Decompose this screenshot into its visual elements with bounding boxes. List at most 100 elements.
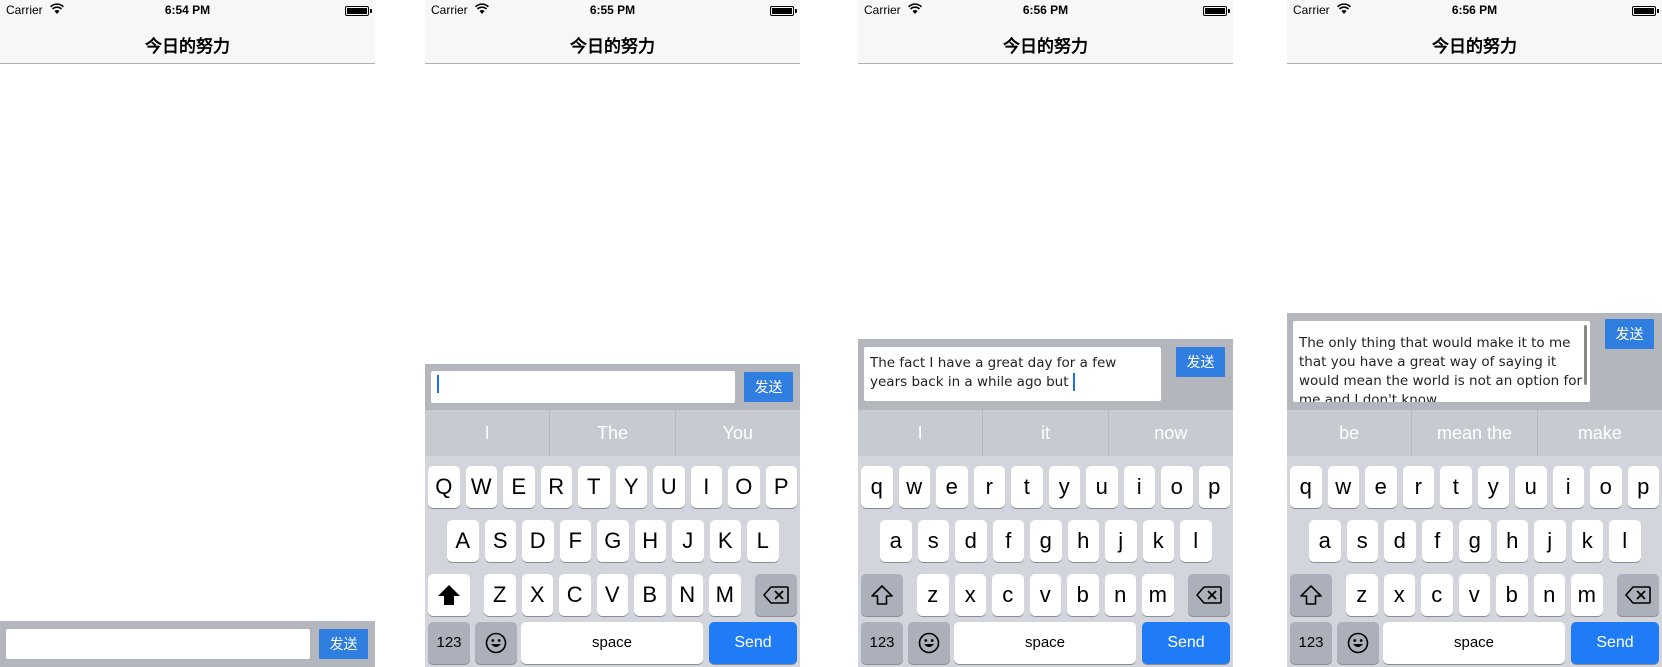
key-f[interactable]: f bbox=[992, 520, 1024, 562]
suggestion-item[interactable]: You bbox=[676, 410, 800, 456]
key-k[interactable]: k bbox=[1142, 520, 1174, 562]
key-l[interactable]: l bbox=[1180, 520, 1212, 562]
key-a[interactable]: A bbox=[447, 520, 479, 562]
key-n[interactable]: n bbox=[1104, 574, 1136, 616]
delete-key[interactable] bbox=[1617, 574, 1659, 616]
numbers-key[interactable]: 123 bbox=[428, 622, 470, 664]
key-i[interactable]: i bbox=[1552, 466, 1584, 508]
suggestion-item[interactable]: be bbox=[1287, 410, 1413, 456]
key-p[interactable]: p bbox=[1627, 466, 1659, 508]
key-f[interactable]: f bbox=[1421, 520, 1453, 562]
suggestion-item[interactable]: make bbox=[1538, 410, 1662, 456]
keyboard-send-key[interactable]: Send bbox=[1571, 622, 1659, 664]
key-r[interactable]: r bbox=[973, 466, 1005, 508]
message-input[interactable] bbox=[6, 629, 310, 659]
numbers-key[interactable]: 123 bbox=[861, 622, 903, 664]
key-q[interactable]: q bbox=[861, 466, 893, 508]
shift-key[interactable] bbox=[428, 574, 470, 616]
key-i[interactable]: I bbox=[690, 466, 722, 508]
delete-key[interactable] bbox=[1188, 574, 1230, 616]
key-g[interactable]: g bbox=[1030, 520, 1062, 562]
shift-key[interactable] bbox=[1290, 574, 1332, 616]
key-d[interactable]: d bbox=[955, 520, 987, 562]
keyboard-send-key[interactable]: Send bbox=[1142, 622, 1230, 664]
keyboard-send-key[interactable]: Send bbox=[709, 622, 797, 664]
key-u[interactable]: U bbox=[653, 466, 685, 508]
key-t[interactable]: t bbox=[1011, 466, 1043, 508]
delete-key[interactable] bbox=[755, 574, 797, 616]
key-y[interactable]: y bbox=[1477, 466, 1509, 508]
send-button[interactable]: 发送 bbox=[1605, 319, 1654, 349]
emoji-key[interactable] bbox=[475, 622, 517, 664]
space-key[interactable]: space bbox=[521, 622, 703, 664]
send-button[interactable]: 发送 bbox=[744, 372, 793, 402]
message-input[interactable]: The only thing that would make it to me … bbox=[1293, 321, 1590, 402]
key-h[interactable]: H bbox=[634, 520, 666, 562]
key-y[interactable]: y bbox=[1048, 466, 1080, 508]
key-j[interactable]: j bbox=[1105, 520, 1137, 562]
send-button[interactable]: 发送 bbox=[1176, 347, 1225, 377]
suggestion-item[interactable]: now bbox=[1109, 410, 1233, 456]
key-b[interactable]: B bbox=[634, 574, 666, 616]
key-n[interactable]: N bbox=[671, 574, 703, 616]
key-c[interactable]: c bbox=[992, 574, 1024, 616]
key-t[interactable]: t bbox=[1440, 466, 1472, 508]
key-n[interactable]: n bbox=[1533, 574, 1565, 616]
send-button[interactable]: 发送 bbox=[319, 629, 368, 659]
key-m[interactable]: m bbox=[1142, 574, 1174, 616]
space-key[interactable]: space bbox=[954, 622, 1136, 664]
space-key[interactable]: space bbox=[1383, 622, 1565, 664]
key-f[interactable]: F bbox=[559, 520, 591, 562]
key-o[interactable]: o bbox=[1161, 466, 1193, 508]
key-b[interactable]: b bbox=[1496, 574, 1528, 616]
key-d[interactable]: D bbox=[522, 520, 554, 562]
key-x[interactable]: X bbox=[521, 574, 553, 616]
key-s[interactable]: S bbox=[484, 520, 516, 562]
key-x[interactable]: x bbox=[1383, 574, 1415, 616]
key-x[interactable]: x bbox=[954, 574, 986, 616]
key-e[interactable]: e bbox=[1365, 466, 1397, 508]
key-k[interactable]: k bbox=[1571, 520, 1603, 562]
message-input[interactable]: The fact I have a great day for a few ye… bbox=[864, 347, 1161, 401]
key-k[interactable]: K bbox=[709, 520, 741, 562]
suggestion-item[interactable]: I bbox=[425, 410, 551, 456]
key-z[interactable]: z bbox=[1346, 574, 1378, 616]
key-m[interactable]: m bbox=[1571, 574, 1603, 616]
key-g[interactable]: g bbox=[1459, 520, 1491, 562]
suggestion-item[interactable]: The bbox=[550, 410, 676, 456]
key-b[interactable]: b bbox=[1067, 574, 1099, 616]
suggestion-item[interactable]: mean the bbox=[1412, 410, 1538, 456]
emoji-key[interactable] bbox=[908, 622, 950, 664]
key-e[interactable]: E bbox=[503, 466, 535, 508]
key-s[interactable]: s bbox=[1346, 520, 1378, 562]
key-o[interactable]: o bbox=[1590, 466, 1622, 508]
key-h[interactable]: h bbox=[1496, 520, 1528, 562]
key-s[interactable]: s bbox=[917, 520, 949, 562]
suggestion-item[interactable]: I bbox=[858, 410, 984, 456]
key-w[interactable]: w bbox=[1327, 466, 1359, 508]
key-l[interactable]: l bbox=[1609, 520, 1641, 562]
key-z[interactable]: z bbox=[917, 574, 949, 616]
key-o[interactable]: O bbox=[728, 466, 760, 508]
key-q[interactable]: q bbox=[1290, 466, 1322, 508]
key-v[interactable]: V bbox=[596, 574, 628, 616]
key-j[interactable]: j bbox=[1534, 520, 1566, 562]
key-u[interactable]: u bbox=[1086, 466, 1118, 508]
key-c[interactable]: C bbox=[559, 574, 591, 616]
key-r[interactable]: R bbox=[540, 466, 572, 508]
key-l[interactable]: L bbox=[747, 520, 779, 562]
key-m[interactable]: M bbox=[709, 574, 741, 616]
key-a[interactable]: a bbox=[880, 520, 912, 562]
message-input[interactable] bbox=[431, 371, 735, 403]
key-i[interactable]: i bbox=[1123, 466, 1155, 508]
key-j[interactable]: J bbox=[672, 520, 704, 562]
emoji-key[interactable] bbox=[1337, 622, 1379, 664]
key-y[interactable]: Y bbox=[615, 466, 647, 508]
key-a[interactable]: a bbox=[1309, 520, 1341, 562]
textbox-scroll-indicator[interactable] bbox=[1584, 325, 1587, 385]
key-z[interactable]: Z bbox=[484, 574, 516, 616]
key-w[interactable]: w bbox=[898, 466, 930, 508]
shift-key[interactable] bbox=[861, 574, 903, 616]
key-h[interactable]: h bbox=[1067, 520, 1099, 562]
key-v[interactable]: v bbox=[1029, 574, 1061, 616]
